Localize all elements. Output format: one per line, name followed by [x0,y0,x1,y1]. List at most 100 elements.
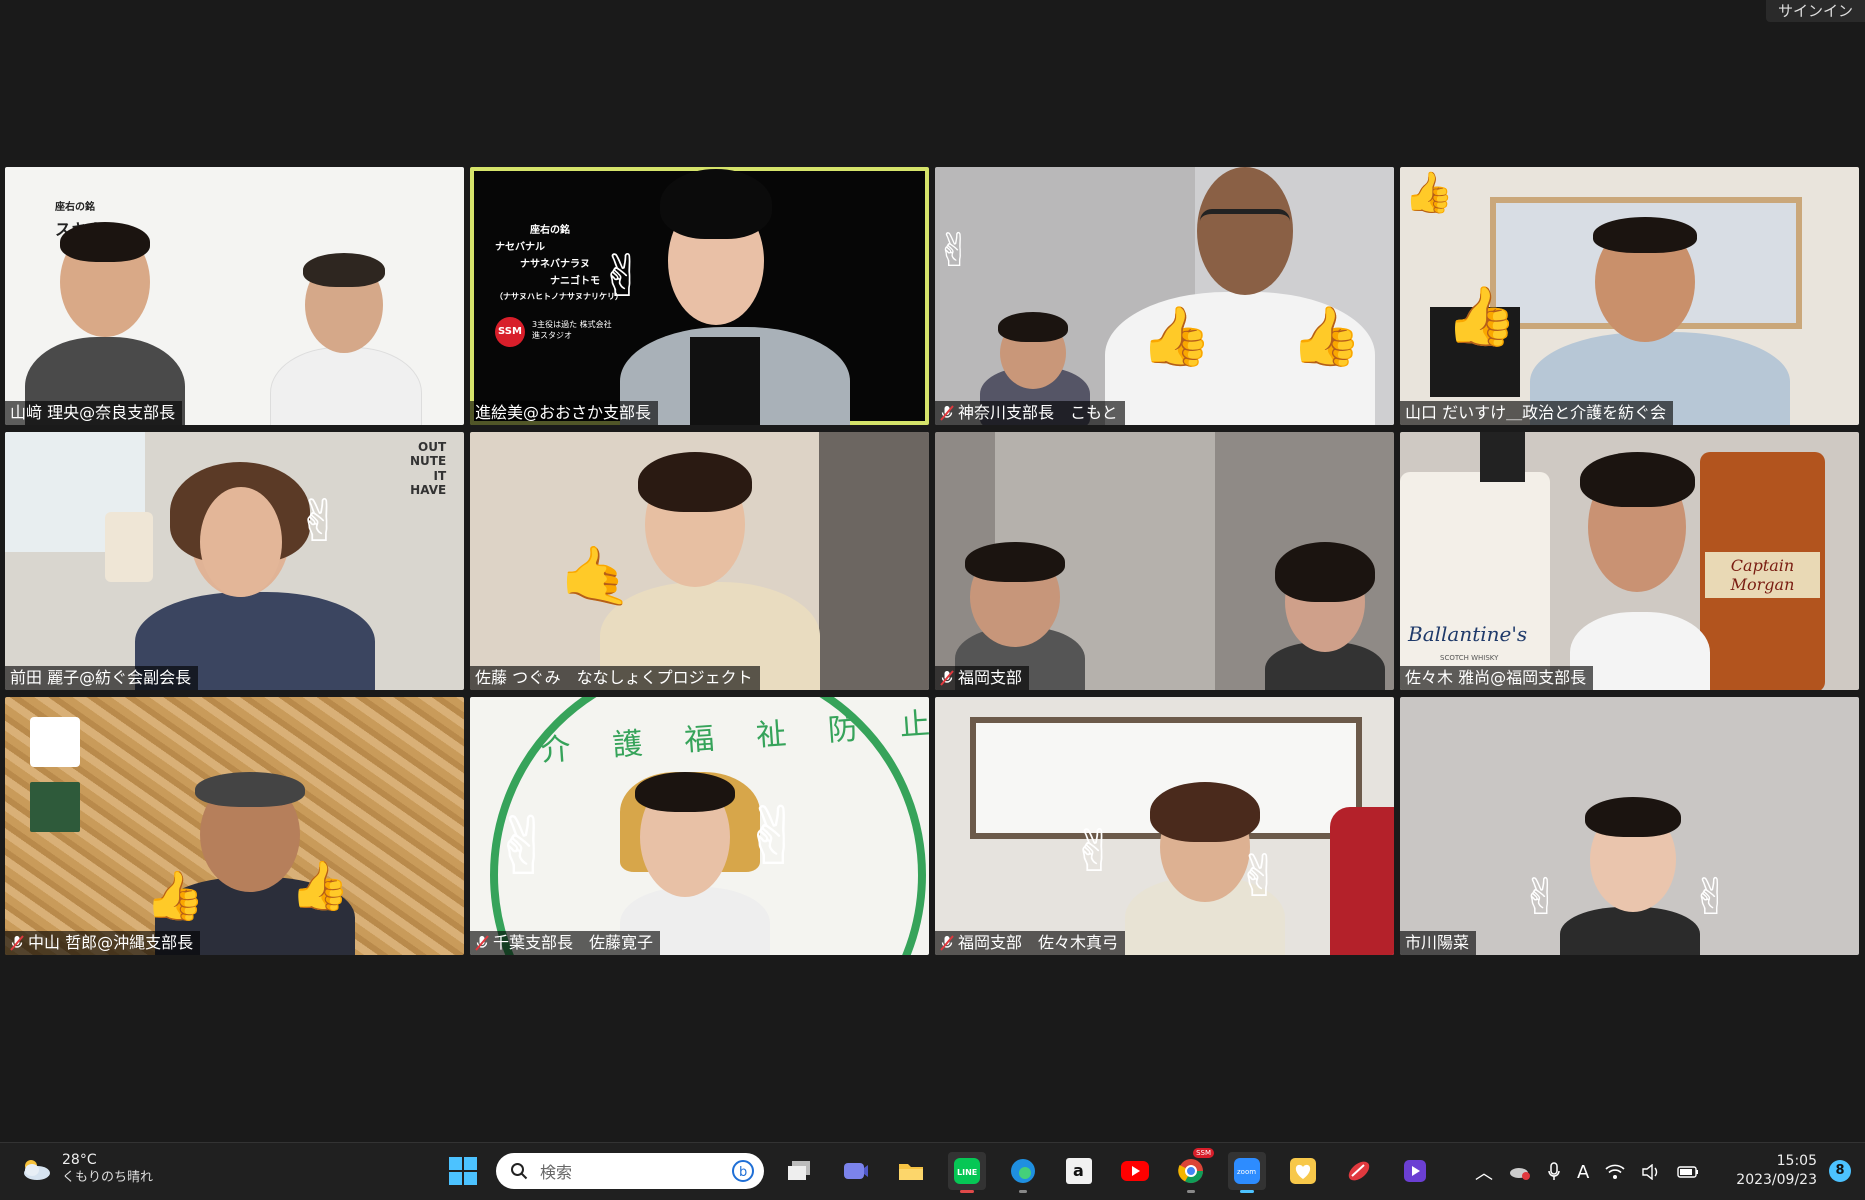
drink-cup [105,512,153,582]
app-red-icon[interactable] [1340,1152,1378,1190]
edge-icon[interactable] [1004,1152,1042,1193]
participant-name: 前田 麗子@紡ぐ会副会長 [5,666,199,690]
mic-muted-icon [10,935,24,951]
participant-name: 進絵美@おおさか支部長 [470,401,659,425]
mic-muted-icon [940,670,954,686]
microphone-icon[interactable] [1547,1162,1561,1182]
notification-badge[interactable]: 8 [1829,1160,1851,1182]
participant-video [965,542,1065,582]
thumbs-up-hand: 👍 [1445,282,1518,350]
bottle-neck [1480,432,1525,482]
participant-tile[interactable]: Ballantine's SCOTCH WHISKY Captain Morga… [1400,432,1859,690]
participant-tile[interactable]: 🤙 佐藤 つぐみ ななしょくプロジェクト [470,432,929,690]
search-icon [511,1163,528,1180]
participant-tile[interactable]: OUT NUTE IT HAVE ✌ 前田 麗子@紡ぐ会副会長 [5,432,464,690]
svg-text:zoom: zoom [1237,1168,1256,1176]
signin-button[interactable]: サインイン [1765,0,1865,22]
file-explorer-icon[interactable] [892,1152,930,1190]
peace-sign-hand: ✌ [1235,842,1284,910]
battery-icon[interactable] [1677,1165,1699,1179]
participant-video [660,169,772,239]
logo-char: 止 [898,706,929,744]
thumbs-up-hand: 👍 [145,868,205,924]
app-purple-icon[interactable] [1396,1152,1434,1190]
participant-tile[interactable]: 福岡支部 [935,432,1394,690]
red-bag [1330,807,1394,955]
participant-name: 中山 哲郎@沖縄支部長 [5,931,201,955]
participant-name-text: 佐々木 雅尚@福岡支部長 [1405,668,1587,687]
overlay-line: 座右の銘 [55,202,95,213]
bing-icon[interactable]: b [732,1160,754,1182]
weather-description: くもりのち晴れ [62,1170,154,1185]
participant-name-text: 神奈川支部長 こもと [958,403,1118,422]
task-view-icon[interactable] [780,1152,818,1190]
taskbar-search-box[interactable]: 検索 b [496,1153,764,1189]
participant-name-text: 千葉支部長 佐藤寛子 [493,933,654,952]
peace-sign-hand: ✌ [490,800,558,893]
participant-video [60,222,150,262]
wall-text: OUT NUTE IT HAVE [410,440,446,498]
chevron-up-icon[interactable]: ︿ [1475,1159,1493,1185]
peace-sign-hand: ✌ [740,790,808,883]
participant-video [690,337,760,425]
background-dark [819,432,929,690]
wall-sign [30,717,80,767]
weather-widget[interactable]: 28°C くもりのち晴れ [18,1151,153,1186]
wifi-icon[interactable] [1605,1164,1625,1180]
participant-name: 神奈川支部長 こもと [935,401,1125,425]
participant-video [638,452,752,512]
weather-temperature: 28°C [62,1152,97,1168]
peace-sign-hand: ✌ [1070,817,1119,885]
peace-sign-hand: ✌ [598,242,647,310]
participant-tile[interactable]: 👍 👍 中山 哲郎@沖縄支部長 [5,697,464,955]
logo-char: 防 [826,711,860,749]
svg-text:b: b [739,1165,747,1180]
participant-name-text: 山﨑 理央@奈良支部長 [10,403,176,422]
company-text: 3主役は過た 株式会社進スタジオ [532,320,612,341]
onedrive-error-icon[interactable] [1509,1163,1531,1181]
participant-tile[interactable]: 👍 👍 山口 だいすけ＿政治と介護を紡ぐ会 [1400,167,1859,425]
participant-name-text: 中山 哲郎@沖縄支部長 [28,933,194,952]
amazon-icon[interactable]: a [1060,1152,1098,1190]
participant-video [998,312,1068,342]
participant-video [1593,217,1697,253]
ime-mode-indicator[interactable]: A [1577,1162,1589,1183]
chrome-profile-badge: SSM [1193,1148,1214,1158]
participant-tile[interactable]: 介 護 福 祉 防 止 ✌ ✌ 千葉支部長 佐藤寛子 [470,697,929,955]
participant-tile[interactable]: ✌ ✌ 市川陽菜 [1400,697,1859,955]
thumbs-up-emoji: 👍 [1404,170,1454,216]
line-icon[interactable]: LINE [948,1152,986,1193]
windows-start-icon[interactable] [448,1156,478,1186]
participant-tile-active-speaker[interactable]: 座右の銘 ナセバナル ナサネバナラヌ ナニゴトモ （ナサヌハヒトノナサヌナリケリ… [470,167,929,425]
participant-name-text: 福岡支部 佐々木真弓 [958,933,1119,952]
youtube-icon[interactable] [1116,1152,1154,1190]
clock-time: 15:05 [1776,1153,1817,1169]
chrome-icon[interactable]: SSM [1172,1148,1214,1193]
participant-name-text: 山口 だいすけ＿政治と介護を紡ぐ会 [1405,403,1667,422]
bottle-sublabel: SCOTCH WHISKY [1440,654,1499,662]
peace-sign-hand: ✌ [295,487,344,555]
overlay-line: NUTE [410,454,447,469]
ssm-logo: SSM [495,317,525,347]
logo-char: 介 [539,731,572,769]
app-heart-icon[interactable] [1284,1152,1322,1190]
bottle-label: Ballantine's [1408,622,1528,646]
participant-video [1275,542,1375,602]
participant-tile[interactable]: ✌ ✌ 福岡支部 佐々木真弓 [935,697,1394,955]
peace-sign-hand: ✌ [1690,868,1732,926]
participant-video [303,253,385,287]
windows-taskbar: 28°C くもりのち晴れ 検索 b LINE a SSM zoom ︿ A 15… [0,1142,1865,1200]
participant-video [1560,907,1700,955]
system-clock[interactable]: 15:05 2023/09/23 [1736,1152,1817,1190]
svg-text:a: a [1073,1161,1084,1180]
participant-name-text: 前田 麗子@紡ぐ会副会長 [10,668,192,687]
participant-tile[interactable]: 👍 👍 ✌ 神奈川支部長 こもと [935,167,1394,425]
teams-icon[interactable] [836,1152,874,1190]
participant-tile[interactable]: 座右の銘 スキナ ス 山﨑 理央@奈良支部長 [5,167,464,425]
zoom-icon[interactable]: zoom [1228,1152,1266,1193]
participant-name: 千葉支部長 佐藤寛子 [470,931,661,955]
search-placeholder: 検索 [540,1163,573,1182]
speaker-icon[interactable] [1641,1164,1661,1180]
participant-video [195,772,305,807]
glasses-graphic [1200,209,1290,234]
